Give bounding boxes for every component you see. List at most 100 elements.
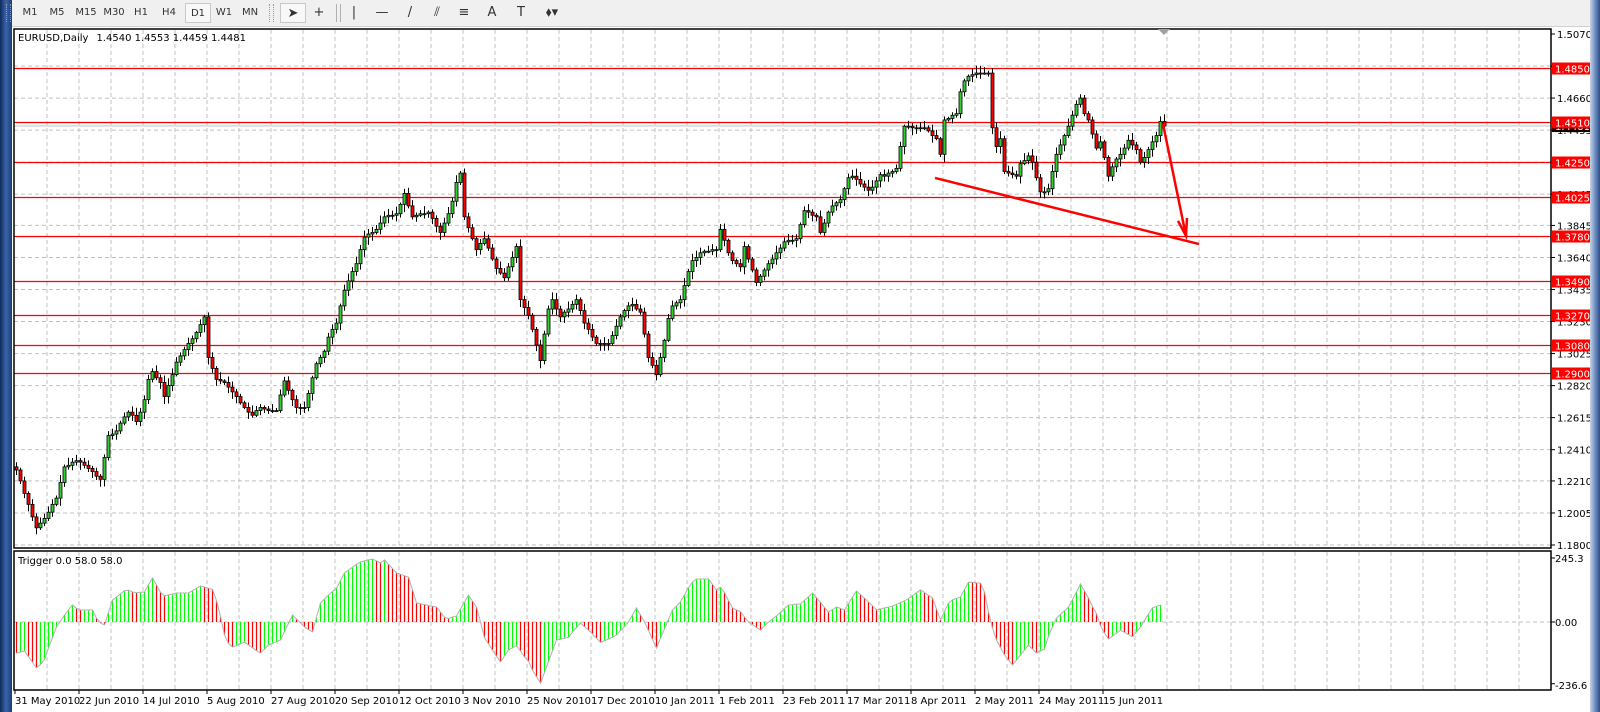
- level-price-label: 1.2900: [1555, 370, 1590, 381]
- candle-bearish: [522, 299, 527, 308]
- candle-bullish: [998, 138, 1003, 147]
- candle-bullish: [426, 211, 431, 215]
- candle-bearish: [1134, 144, 1139, 151]
- candle-bullish: [326, 336, 331, 352]
- candle-bullish: [402, 192, 407, 205]
- candle-bullish: [506, 266, 511, 279]
- candle-bullish: [338, 305, 343, 324]
- candle-bullish: [878, 174, 883, 182]
- candle-bearish: [866, 186, 871, 191]
- candle-bullish: [658, 357, 663, 376]
- candle-bearish: [1130, 139, 1135, 146]
- candle-bearish: [554, 299, 559, 310]
- candle-bearish: [722, 228, 727, 241]
- candle-bullish: [106, 435, 111, 458]
- candle-bullish: [478, 243, 483, 251]
- candle-bearish: [634, 303, 639, 310]
- candle-bullish: [1062, 135, 1067, 146]
- candle-bullish: [198, 324, 203, 333]
- candle-bullish: [1122, 147, 1127, 155]
- candle-bullish: [550, 299, 555, 310]
- candle-bearish: [222, 380, 227, 383]
- level-price-label: 1.3780: [1555, 233, 1590, 244]
- candle-bullish: [566, 308, 571, 313]
- price-tick-label: 1.2410: [1557, 446, 1590, 457]
- candle-bullish: [958, 91, 963, 115]
- candle-bullish: [946, 117, 951, 121]
- candle-bullish: [414, 214, 419, 218]
- candle-bullish: [790, 239, 795, 242]
- candle-bullish: [306, 393, 311, 408]
- candle-bearish: [586, 322, 591, 330]
- candle-bullish: [50, 503, 55, 513]
- candle-bullish: [298, 407, 303, 409]
- candle-bearish: [594, 336, 599, 344]
- date-tick-label: 5 Aug 2010: [207, 696, 265, 707]
- candle-bearish: [738, 263, 743, 268]
- candle-bearish: [530, 314, 535, 330]
- candle-bearish: [234, 391, 239, 397]
- candle-bearish: [746, 246, 751, 260]
- candle-bullish: [970, 74, 975, 77]
- candle-bearish: [230, 386, 235, 393]
- candle-bearish: [910, 125, 915, 129]
- candle-bullish: [798, 224, 803, 240]
- candle-bearish: [990, 72, 995, 129]
- candle-bearish: [406, 192, 411, 207]
- candle-bullish: [314, 363, 319, 379]
- candle-bearish: [462, 172, 467, 218]
- candle-bullish: [602, 343, 607, 345]
- candle-bearish: [726, 239, 731, 254]
- candle-bullish: [178, 355, 183, 363]
- candle-bullish: [186, 343, 191, 351]
- candle-bullish: [394, 213, 399, 216]
- candle-bearish: [250, 411, 255, 416]
- candle-bullish: [318, 357, 323, 365]
- candle-bearish: [814, 214, 819, 218]
- candle-bullish: [714, 249, 719, 252]
- candle-bearish: [490, 247, 495, 260]
- candle-bullish: [822, 222, 827, 233]
- candle-bullish: [150, 371, 155, 380]
- level-price-label: 1.4250: [1555, 159, 1590, 170]
- candle-bearish: [734, 260, 739, 265]
- candle-bearish: [810, 211, 815, 216]
- candle-bullish: [710, 249, 715, 252]
- candle-bullish: [350, 271, 355, 282]
- candle-bullish: [574, 299, 579, 305]
- candle-bullish: [762, 269, 767, 277]
- candle-bullish: [850, 175, 855, 179]
- candle-bearish: [582, 310, 587, 324]
- candle-bullish: [758, 275, 763, 283]
- candle-bullish: [322, 350, 327, 358]
- candle-bullish: [670, 305, 675, 319]
- candle-bullish: [146, 378, 151, 401]
- candle-bearish: [1094, 133, 1099, 149]
- candle-bearish: [1106, 157, 1111, 177]
- date-tick-label: 17 Dec 2010: [591, 696, 655, 707]
- candle-bullish: [1026, 155, 1031, 161]
- date-tick-label: 1 Feb 2011: [719, 696, 775, 707]
- date-tick-label: 25 Nov 2010: [527, 696, 591, 707]
- candle-bullish: [1066, 125, 1071, 136]
- candle-bullish: [942, 119, 947, 155]
- candle-bullish: [698, 252, 703, 258]
- candle-bullish: [1098, 141, 1103, 149]
- candle-bullish: [794, 238, 799, 241]
- candle-bearish: [262, 407, 267, 410]
- candle-bullish: [254, 410, 259, 416]
- candle-bullish: [918, 127, 923, 130]
- candle-bearish: [654, 364, 659, 376]
- candle-bullish: [274, 410, 279, 413]
- candle-bearish: [1010, 172, 1015, 176]
- candle-bullish: [782, 241, 787, 249]
- candle-bullish: [342, 289, 347, 307]
- candle-bearish: [882, 174, 887, 177]
- candle-bearish: [538, 344, 543, 362]
- date-tick-label: 15 Jun 2011: [1103, 696, 1163, 707]
- candle-bullish: [346, 280, 351, 291]
- candle-bullish: [922, 127, 927, 130]
- candle-bullish: [562, 311, 567, 318]
- candle-bullish: [334, 322, 339, 330]
- candle-bullish: [902, 125, 907, 147]
